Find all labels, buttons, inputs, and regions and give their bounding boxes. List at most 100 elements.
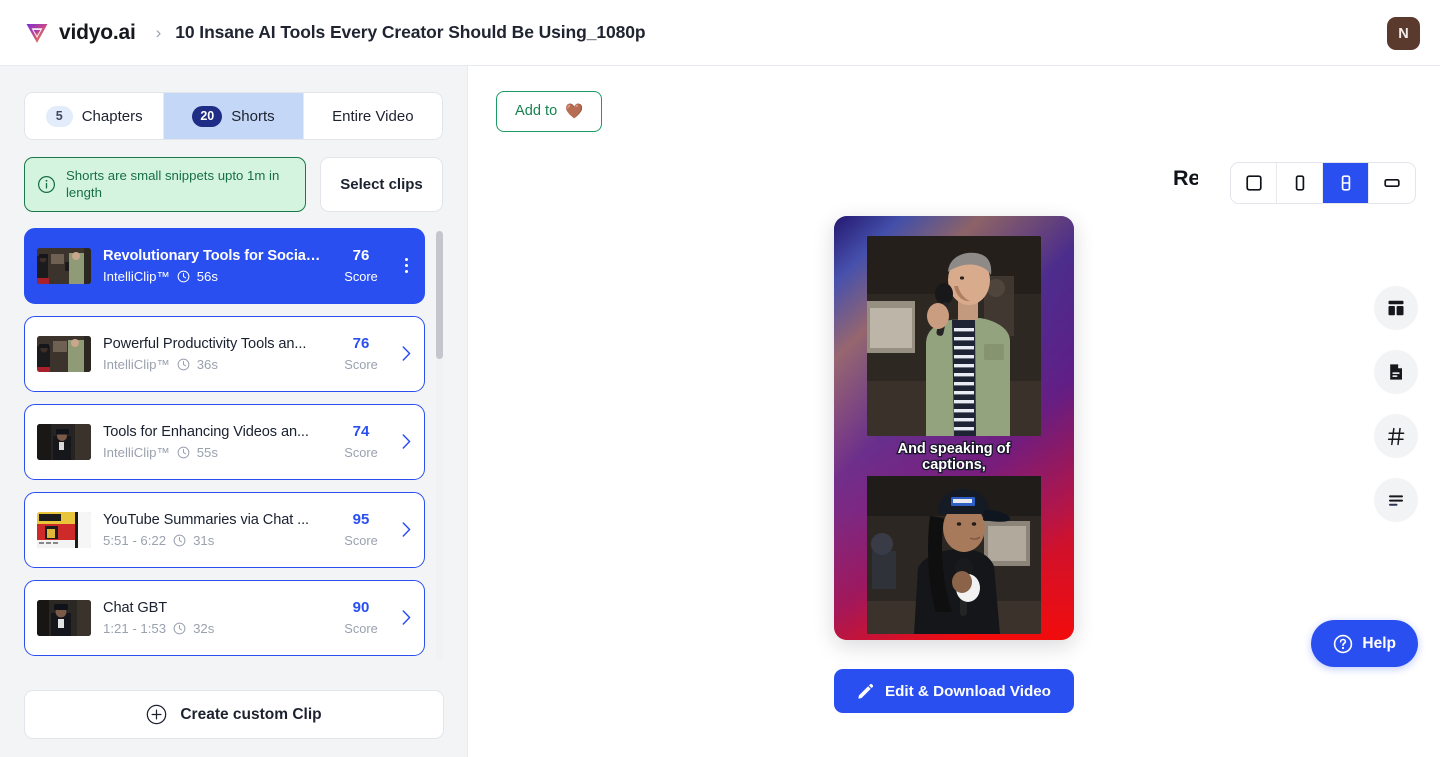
clip-text-block: Revolutionary Tools for Social ... Intel…	[103, 248, 324, 284]
clip-thumbnail	[37, 247, 91, 284]
clip-text-block: Tools for Enhancing Videos an... Intelli…	[103, 424, 324, 460]
video-stage: And speaking of captions, Edit & Downloa…	[468, 216, 1440, 757]
split-ratio-button[interactable]	[1323, 163, 1369, 203]
tab-shorts-label: Shorts	[231, 107, 275, 125]
clip-source: IntelliClip™	[103, 268, 170, 284]
pencil-icon	[858, 683, 874, 699]
clips-scrollbar-thumb[interactable]	[436, 230, 443, 359]
tab-chapters-count: 5	[45, 105, 73, 127]
clip-thumbnail	[37, 511, 91, 548]
clip-score-value: 90	[352, 599, 370, 617]
clip-duration: 32s	[193, 620, 215, 636]
clip-score: 76 Score	[336, 335, 386, 372]
clip-source: IntelliClip™	[103, 356, 170, 372]
clip-title: Tools for Enhancing Videos an...	[103, 423, 309, 440]
chevron-right-icon[interactable]	[398, 434, 414, 450]
clip-meta: IntelliClip™ 36s	[103, 357, 324, 372]
add-to-favorites-button[interactable]: Add to 🤎	[496, 90, 603, 132]
clip-text-block: YouTube Summaries via Chat ... 5:51 - 6:…	[103, 512, 324, 548]
clip-duration: 36s	[196, 356, 218, 372]
select-clips-button[interactable]: Select clips	[320, 157, 443, 212]
clip-thumbnail	[37, 599, 91, 636]
tab-chapters[interactable]: 5 Chapters	[25, 93, 165, 139]
portrait-rectangle-icon	[1295, 175, 1304, 191]
brand-logo[interactable]: vidyo.ai	[24, 20, 136, 46]
tools-rail	[1374, 286, 1418, 522]
list-item[interactable]: Tools for Enhancing Videos an... Intelli…	[24, 403, 425, 480]
clip-score-label: Score	[344, 357, 378, 373]
aspect-ratio-group	[1230, 162, 1416, 204]
portrait-ratio-button[interactable]	[1277, 163, 1323, 203]
clip-text-block: Powerful Productivity Tools an... Intell…	[103, 336, 324, 372]
clip-score: 74 Score	[336, 423, 386, 460]
clip-score-value: 76	[352, 335, 370, 353]
square-ratio-button[interactable]	[1231, 163, 1277, 203]
svg-text:And speaking of: And speaking of	[898, 441, 1011, 457]
clip-title: Chat GBT	[103, 599, 168, 616]
top-bar: vidyo.ai › 10 Insane AI Tools Every Crea…	[0, 0, 1440, 66]
tab-entire-video-label: Entire Video	[332, 107, 414, 125]
main-body: 5 Chapters 20 Shorts Entire Video Shorts…	[0, 66, 1440, 757]
clip-score-value: 95	[352, 511, 370, 529]
clip-score-label: Score	[344, 445, 378, 461]
clip-score-label: Score	[344, 621, 378, 637]
clock-icon	[173, 622, 186, 635]
layout-icon-button[interactable]	[1374, 286, 1418, 330]
document-icon	[1390, 364, 1402, 380]
notice-row: Shorts are small snippets upto 1m in len…	[24, 157, 443, 212]
hashtag-icon-button[interactable]	[1374, 414, 1418, 458]
brand-name: vidyo.ai	[59, 20, 136, 44]
help-label: Help	[1362, 634, 1396, 652]
tab-shorts[interactable]: 20 Shorts	[164, 93, 304, 139]
preview-toolbar: Add to 🤎	[468, 66, 1440, 156]
clip-duration: 56s	[196, 268, 218, 284]
clip-score-value: 76	[352, 247, 370, 265]
question-mark-icon	[1334, 634, 1353, 653]
help-button[interactable]: Help	[1311, 620, 1418, 667]
create-custom-clip-button[interactable]: Create custom Clip	[24, 690, 444, 739]
clip-title: Revolutionary Tools for Social ...	[103, 247, 324, 264]
clip-meta: IntelliClip™ 55s	[103, 445, 324, 460]
clip-source: 5:51 - 6:22	[103, 532, 167, 548]
landscape-ratio-button[interactable]	[1369, 163, 1415, 203]
clip-score-value: 74	[352, 423, 370, 441]
tab-entire-video[interactable]: Entire Video	[303, 93, 442, 139]
avatar[interactable]: N	[1387, 17, 1420, 50]
clips-sidebar: 5 Chapters 20 Shorts Entire Video Shorts…	[0, 66, 468, 757]
document-icon-button[interactable]	[1374, 350, 1418, 394]
clip-score: 95 Score	[336, 511, 386, 548]
breadcrumb-project-title: 10 Insane AI Tools Every Creator Should …	[175, 22, 646, 42]
clip-score-label: Score	[344, 533, 378, 549]
shorts-info-notice: Shorts are small snippets upto 1m in len…	[24, 157, 306, 212]
vidyo-logo-icon	[26, 23, 48, 43]
text-align-icon	[1389, 495, 1403, 506]
text-align-icon-button[interactable]	[1374, 478, 1418, 522]
list-item[interactable]: Revolutionary Tools for Social ... Intel…	[24, 227, 425, 304]
view-tabs: 5 Chapters 20 Shorts Entire Video	[24, 92, 443, 140]
video-preview[interactable]: And speaking of captions,	[834, 216, 1074, 640]
edit-download-video-button[interactable]: Edit & Download Video	[834, 669, 1074, 713]
clip-more-options-icon[interactable]	[398, 258, 414, 274]
clip-duration: 55s	[196, 444, 218, 460]
chevron-right-icon[interactable]	[398, 610, 414, 626]
split-screen-icon	[1341, 175, 1350, 191]
create-custom-clip-label: Create custom Clip	[180, 705, 322, 723]
clips-scrollbar-track[interactable]	[436, 230, 443, 661]
clip-meta: 1:21 - 1:53 32s	[103, 621, 324, 636]
chevron-right-icon[interactable]	[398, 522, 414, 538]
clips-scroll-content: Revolutionary Tools for Social ... Intel…	[24, 227, 443, 664]
list-item[interactable]: Chat GBT 1:21 - 1:53 32s 90 Score	[24, 579, 425, 656]
chevron-right-icon[interactable]	[398, 346, 414, 362]
plus-circle-icon	[147, 704, 167, 725]
clip-meta: IntelliClip™ 56s	[103, 269, 324, 284]
clip-meta: 5:51 - 6:22 31s	[103, 533, 324, 548]
clips-list: Revolutionary Tools for Social ... Intel…	[24, 227, 443, 664]
clip-title: YouTube Summaries via Chat ...	[103, 511, 310, 528]
clock-icon	[177, 446, 190, 459]
edit-download-video-label: Edit & Download Video	[885, 682, 1051, 700]
clip-source: 1:21 - 1:53	[103, 620, 167, 636]
layout-icon	[1388, 300, 1404, 316]
list-item[interactable]: YouTube Summaries via Chat ... 5:51 - 6:…	[24, 491, 425, 568]
list-item[interactable]: Powerful Productivity Tools an... Intell…	[24, 315, 425, 392]
clip-title: Powerful Productivity Tools an...	[103, 335, 307, 352]
